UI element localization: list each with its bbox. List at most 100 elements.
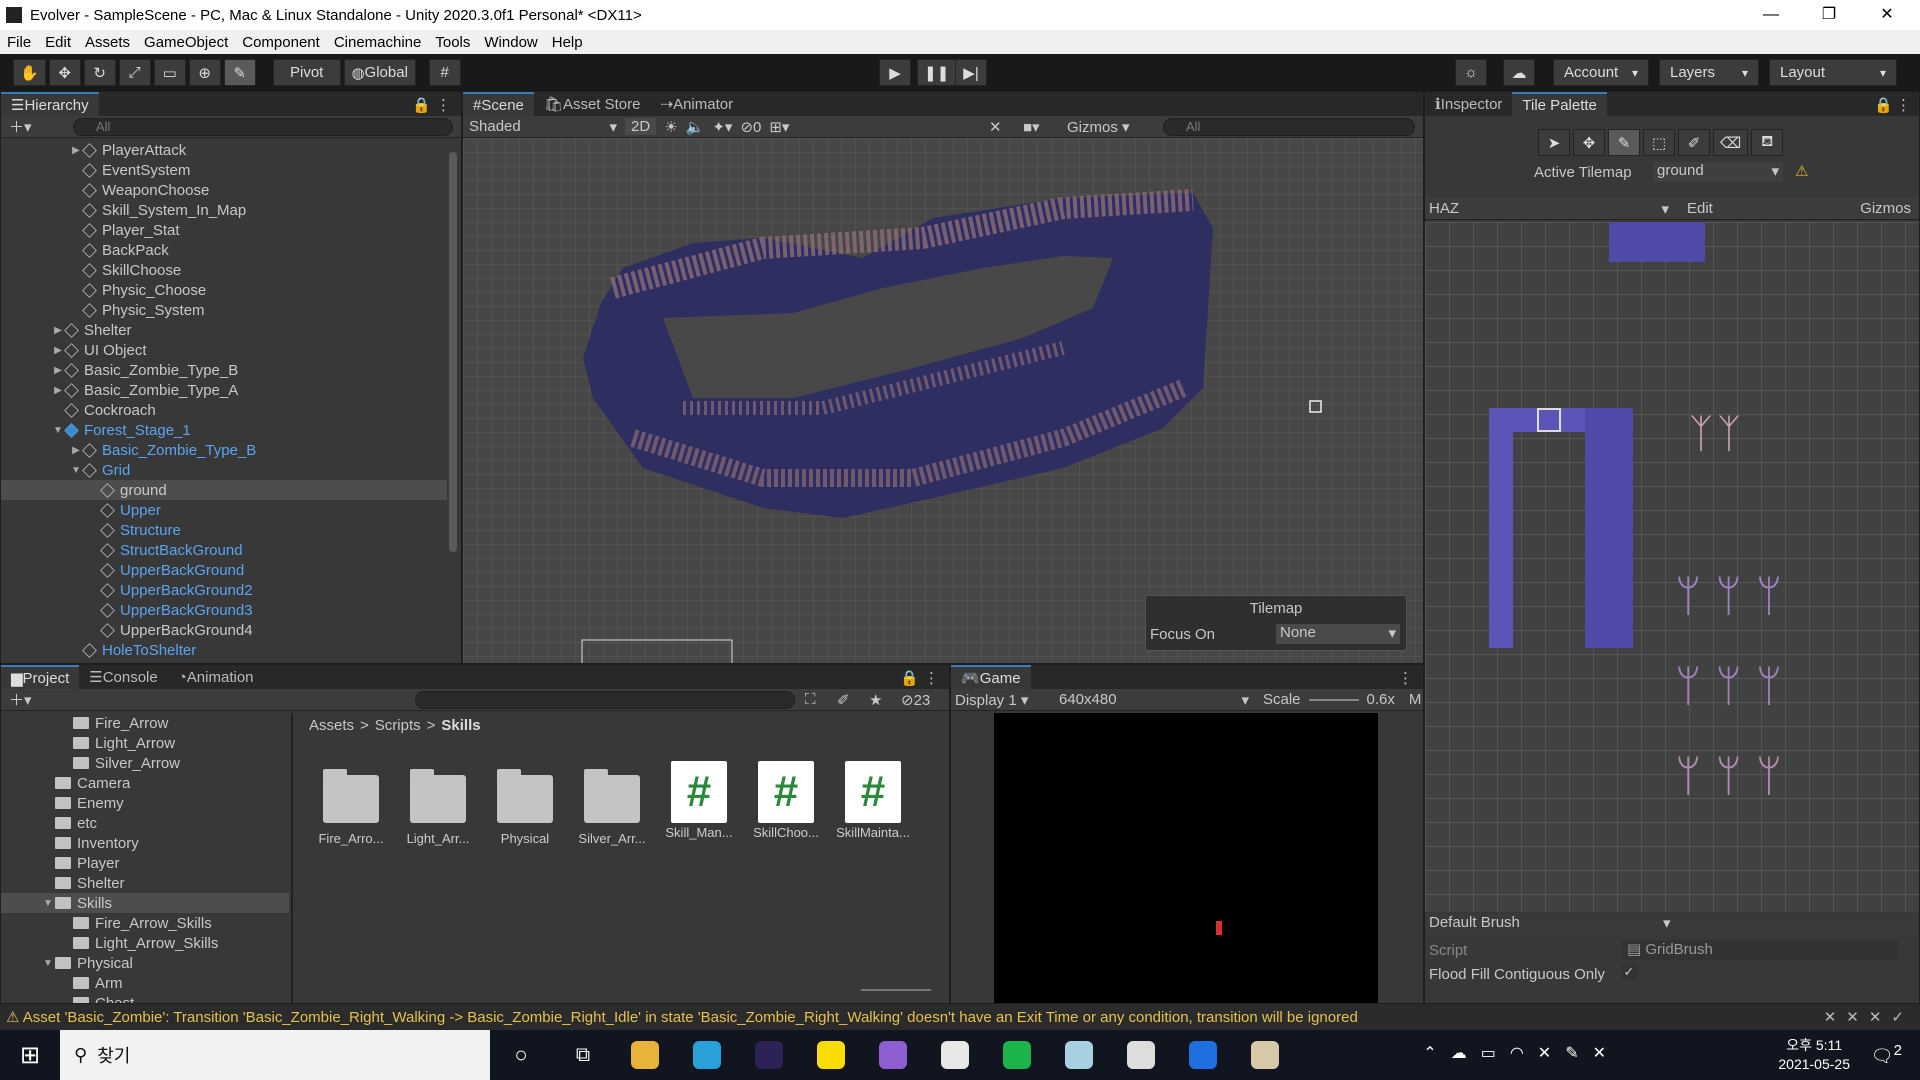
taskbar-search[interactable]: ⚲ 찾기 <box>60 1030 490 1080</box>
filter-type-icon[interactable]: ⛶ <box>805 691 816 708</box>
hidden-packages-icon[interactable]: ⊘23 <box>901 691 930 709</box>
resolution-dropdown[interactable]: 640x480 ▾ <box>1059 691 1249 709</box>
play-button[interactable]: ▶ <box>879 59 911 86</box>
palette-dropdown[interactable]: HAZ ▾ <box>1429 200 1669 218</box>
hierarchy-row[interactable]: ▶ Basic_Zombie_Type_A <box>1 380 447 400</box>
move-tool-icon[interactable]: ✥ <box>48 59 81 86</box>
palette-shrub-tiles[interactable]: ᛘᛘᛘ <box>1675 752 1796 802</box>
breadcrumb-skills[interactable]: Skills <box>441 717 480 734</box>
hierarchy-row[interactable]: UpperBackGround3 <box>1 600 447 620</box>
palette-tree-tiles[interactable]: ᛉᛉ <box>1689 412 1789 492</box>
visual-studio-icon[interactable] <box>871 1033 915 1077</box>
fill-icon[interactable]: ⛾ <box>1751 129 1784 156</box>
menu-edit[interactable]: Edit <box>38 34 78 51</box>
project-folder-row[interactable]: Silver_Arrow <box>1 753 289 773</box>
scene-search-input[interactable]: All <box>1163 117 1415 136</box>
cortana-icon[interactable]: ○ <box>499 1033 543 1077</box>
snap-grid-icon[interactable]: # <box>428 59 461 86</box>
light-toggle-icon[interactable]: ☀ <box>664 118 677 136</box>
hierarchy-row[interactable]: Player_Stat <box>1 220 447 240</box>
project-add-button[interactable]: ＋▾ <box>9 689 32 710</box>
transform-tool-icon[interactable]: ⊕ <box>188 59 221 86</box>
hierarchy-row[interactable]: ground <box>1 480 447 500</box>
hierarchy-row[interactable]: BackPack <box>1 240 447 260</box>
project-menu-icon[interactable]: ⋮ <box>924 669 939 687</box>
hierarchy-row[interactable]: Physic_Choose <box>1 280 447 300</box>
hierarchy-row[interactable]: HoleToShelter <box>1 640 447 660</box>
tab-asset-store[interactable]: 🛍 Asset Store <box>534 92 651 116</box>
hierarchy-row[interactable]: Upper <box>1 500 447 520</box>
expand-arrow-icon[interactable]: ▼ <box>41 958 55 969</box>
tab-tile-palette[interactable]: Tile Palette <box>1512 92 1607 116</box>
hierarchy-row[interactable]: ▶ PlayerAttack <box>1 140 447 160</box>
eclipse-icon[interactable] <box>747 1033 791 1077</box>
project-folder-row[interactable]: Camera <box>1 773 289 793</box>
menu-component[interactable]: Component <box>235 34 327 51</box>
picker-icon[interactable]: ✐ <box>1678 129 1710 156</box>
palette-tile-bricks[interactable] <box>1585 408 1633 648</box>
palette-bush-tiles[interactable]: ᛘᛘᛘ <box>1675 662 1796 712</box>
breadcrumb-scripts[interactable]: Scripts <box>375 717 421 734</box>
project-folder-row[interactable]: etc <box>1 813 289 833</box>
hierarchy-row[interactable]: StructBackGround <box>1 540 447 560</box>
menu-assets[interactable]: Assets <box>78 34 137 51</box>
rotate-tool-icon[interactable]: ↻ <box>83 59 116 86</box>
project-folder-row[interactable]: Chest <box>1 993 289 1003</box>
file-explorer-icon[interactable] <box>623 1033 667 1077</box>
scale-slider[interactable] <box>1308 698 1359 701</box>
hierarchy-row[interactable]: Skill_System_In_Map <box>1 200 447 220</box>
lock-icon[interactable]: 🔒 <box>412 96 431 114</box>
console-status-bar[interactable]: ⚠ Asset 'Basic_Zombie': Transition 'Basi… <box>0 1004 1920 1030</box>
display-dropdown[interactable]: Display 1 ▾ <box>955 691 1051 709</box>
layout-dropdown[interactable]: Layout <box>1769 59 1897 86</box>
menu-file[interactable]: File <box>0 34 38 51</box>
global-toggle[interactable]: ◍ Global <box>343 59 416 86</box>
hierarchy-row[interactable]: Cockroach <box>1 400 447 420</box>
hierarchy-row[interactable]: ▶ Basic_Zombie_Type_B <box>1 360 447 380</box>
script-field[interactable]: ▤ GridBrush <box>1621 940 1899 960</box>
expand-arrow-icon[interactable]: ▼ <box>41 898 55 909</box>
hierarchy-row[interactable]: ▶ UI Object <box>1 340 447 360</box>
hierarchy-row[interactable]: ▼ Grid <box>1 460 447 480</box>
game-menu-icon[interactable]: ⋮ <box>1398 669 1413 687</box>
hierarchy-search-input[interactable]: All <box>73 117 453 136</box>
hierarchy-row[interactable]: WeaponChoose <box>1 180 447 200</box>
project-folder-row[interactable]: Shelter <box>1 873 289 893</box>
camera-icon[interactable]: ■▾ <box>1023 118 1040 136</box>
asset-item[interactable]: # SkillMainta... <box>833 761 913 840</box>
asset-item[interactable]: Fire_Arro... <box>311 761 391 846</box>
brush-dropdown[interactable]: Default Brush ▾ <box>1425 914 1919 936</box>
project-folder-row[interactable]: Light_Arrow <box>1 733 289 753</box>
notification-icon[interactable]: 🗨2 <box>1871 1042 1902 1067</box>
close-button[interactable]: ✕ <box>1858 0 1916 30</box>
pivot-toggle[interactable]: Pivot <box>272 59 341 86</box>
asset-item[interactable]: # SkillChoo... <box>746 761 826 840</box>
grid-snap-icon[interactable]: ⊞▾ <box>769 118 789 136</box>
project-folder-row[interactable]: Enemy <box>1 793 289 813</box>
tab-animation[interactable]: ◔ Animation <box>168 665 264 689</box>
move-palette-tool-icon[interactable]: ✥ <box>1573 129 1605 156</box>
favorite-icon[interactable]: ★ <box>869 691 882 709</box>
green-app-icon[interactable] <box>995 1033 1039 1077</box>
palette-grid[interactable]: ᛉᛉ ᛘᛘᛘ ᛘᛘᛘ ᛘᛘᛘ <box>1425 222 1919 912</box>
kebab-menu-icon[interactable]: ⋮ <box>436 96 451 114</box>
select-tool-icon[interactable]: ➤ <box>1538 129 1570 156</box>
tab-hierarchy[interactable]: ☰ Hierarchy <box>1 92 99 116</box>
tab-console[interactable]: ☰ Console <box>79 665 168 689</box>
tab-project[interactable]: ▆ Project <box>1 665 80 689</box>
unity-hub-icon[interactable] <box>933 1033 977 1077</box>
palette-gizmos-button[interactable]: Gizmos <box>1860 200 1911 217</box>
tab-animator[interactable]: ⇢ Animator <box>650 92 743 116</box>
hierarchy-row[interactable]: UpperBackGround4 <box>1 620 447 640</box>
menu-tools[interactable]: Tools <box>428 34 477 51</box>
tools-icon[interactable]: ✕ <box>989 118 1002 136</box>
project-folder-row[interactable]: Arm <box>1 973 289 993</box>
custom-brush-tool-icon[interactable]: ✎ <box>223 59 256 86</box>
paint-brush-icon[interactable]: ✎ <box>1608 129 1640 156</box>
maximize-button[interactable]: ❐ <box>1800 0 1858 30</box>
maximize-on-play-toggle[interactable]: M <box>1409 691 1422 708</box>
tab-game[interactable]: 🎮 Game <box>951 665 1031 689</box>
rect-tool-icon[interactable]: ▭ <box>153 59 186 86</box>
hierarchy-row[interactable]: EventSystem <box>1 160 447 180</box>
project-folder-row[interactable]: Player <box>1 853 289 873</box>
